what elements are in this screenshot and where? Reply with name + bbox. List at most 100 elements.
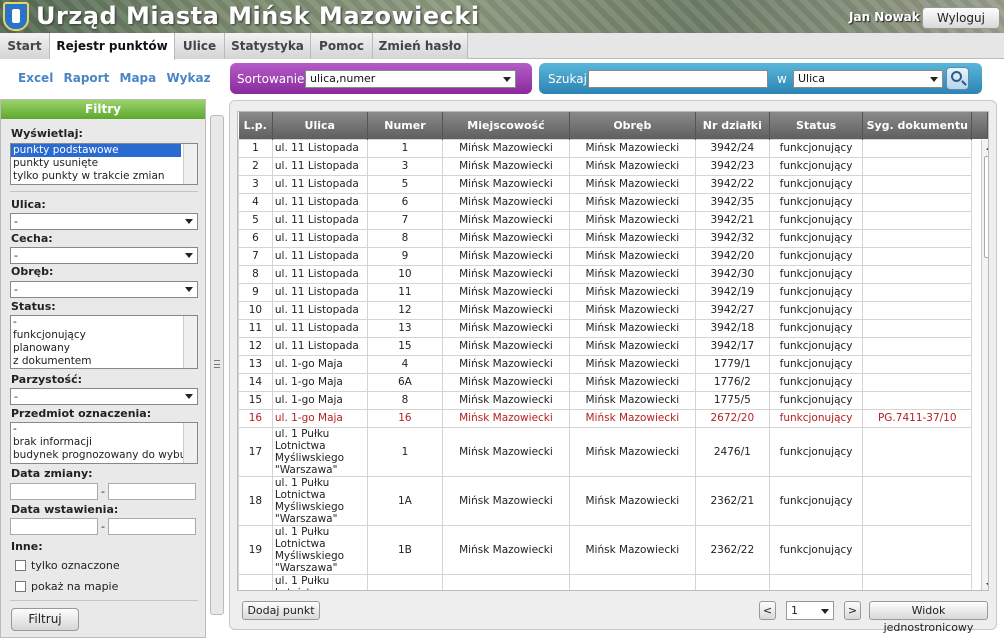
data-zmiany-to-input[interactable] bbox=[108, 483, 196, 500]
prev-page-button[interactable]: < bbox=[759, 601, 776, 620]
table-row[interactable]: 11 ul. 11 Listopada 13 Mińsk Mazowiecki Mińs… bbox=[238, 318, 988, 338]
table-row[interactable]: 1 ul. 11 Listopada 1 Mińsk Mazowiecki Mińsk … bbox=[238, 138, 988, 158]
wykaz-link[interactable]: Wykaz bbox=[166, 71, 210, 85]
table-row[interactable]: 4 ul. 11 Listopada 6 Mińsk Mazowiecki Mińsk … bbox=[238, 192, 988, 212]
search-field-select[interactable]: Ulica bbox=[793, 70, 943, 88]
tab-statystyka[interactable]: Statystyka bbox=[225, 33, 311, 59]
table-row[interactable]: 14 ul. 1-go Maja 6A Mińsk Mazowiecki Mińsk M… bbox=[238, 372, 988, 392]
excel-link[interactable]: Excel bbox=[18, 71, 53, 85]
search-input[interactable] bbox=[588, 70, 768, 88]
checkbox-box[interactable] bbox=[15, 560, 26, 571]
cell-lp: 11 bbox=[238, 318, 273, 338]
user-name: Jan Nowak bbox=[849, 10, 920, 24]
list-option[interactable]: planowany bbox=[11, 342, 197, 355]
add-point-button[interactable]: Dodaj punkt bbox=[242, 601, 320, 620]
list-option[interactable]: z dokumentem bbox=[11, 355, 197, 368]
tab-zmien-haslo[interactable]: Zmień hasło bbox=[373, 33, 468, 59]
table-row[interactable]: 20ul. 1 Pułku Lotnictwa Myśliwskiego "Wa… bbox=[238, 573, 988, 590]
table-row[interactable]: 18 ul. 1 Pułku Lotnictwa Myśliwskiego "Wa… bbox=[238, 475, 988, 526]
grip-icon bbox=[214, 360, 220, 368]
list-option[interactable]: - bbox=[11, 316, 197, 329]
tab-rejestr-punktow[interactable]: Rejestr punktów bbox=[50, 33, 175, 60]
col-status[interactable]: Status bbox=[769, 112, 864, 139]
search-button[interactable] bbox=[946, 67, 969, 90]
data-wstawienia-from-input[interactable] bbox=[10, 518, 98, 535]
table-scrollbar[interactable] bbox=[981, 140, 988, 590]
table-row[interactable]: 8 ul. 11 Listopada 10 Mińsk Mazowiecki Mińsk… bbox=[238, 264, 988, 284]
przedmiot-listbox[interactable]: - brak informacji budynek prognozowany d… bbox=[10, 422, 198, 464]
table-row[interactable]: 7 ul. 11 Listopada 9 Mińsk Mazowiecki Mińsk … bbox=[238, 246, 988, 266]
city-crest-icon bbox=[3, 2, 29, 31]
list-option[interactable]: funkcjonujący bbox=[11, 329, 197, 342]
tab-pomoc[interactable]: Pomoc bbox=[311, 33, 373, 59]
data-zmiany-from-input[interactable] bbox=[10, 483, 98, 500]
logout-button[interactable]: Wyloguj bbox=[922, 7, 1000, 29]
scroll-up-icon[interactable] bbox=[986, 145, 988, 150]
cell-status: funkcjonujący bbox=[768, 408, 864, 428]
cell-nr-dzialki: 3942/19 bbox=[694, 282, 770, 302]
cell-obreb: Mińsk Mazowiecki bbox=[568, 573, 696, 590]
scroll-down-icon[interactable] bbox=[986, 583, 988, 588]
tab-ulice[interactable]: Ulice bbox=[175, 33, 225, 59]
cell-status: funkcjonujący bbox=[768, 300, 864, 320]
raport-link[interactable]: Raport bbox=[64, 71, 110, 85]
ulica-select[interactable]: - bbox=[10, 213, 198, 230]
table-row[interactable]: 5 ul. 11 Listopada 7 Mińsk Mazowiecki Mińsk … bbox=[238, 210, 988, 230]
cecha-select[interactable]: - bbox=[10, 247, 198, 264]
table-row[interactable]: 16 ul. 1-go Maja 16 Mińsk Mazowiecki Mińsk M… bbox=[238, 408, 988, 428]
search-field-value: Ulica bbox=[798, 72, 825, 85]
tab-start[interactable]: Start bbox=[0, 33, 50, 59]
listbox-scrollbar[interactable] bbox=[183, 316, 197, 368]
next-page-button[interactable]: > bbox=[844, 601, 861, 620]
cell-obreb: Mińsk Mazowiecki bbox=[568, 282, 696, 302]
col-miejscowosc[interactable]: Miejscowość bbox=[442, 112, 570, 139]
list-option[interactable]: tylko punkty w trakcie zmian bbox=[11, 170, 197, 183]
col-lp[interactable]: L.p. bbox=[238, 112, 273, 139]
table-row[interactable]: 6 ul. 11 Listopada 8 Mińsk Mazowiecki Mińsk … bbox=[238, 228, 988, 248]
col-syg-dokumentu[interactable]: Syg. dokumentu bbox=[862, 112, 973, 139]
table-row[interactable]: 19 ul. 1 Pułku Lotnictwa Myśliwskiego "Wa… bbox=[238, 524, 988, 575]
panel-splitter[interactable] bbox=[210, 115, 224, 615]
pokaz-na-mapie-checkbox[interactable]: pokaż na mapie bbox=[15, 580, 118, 593]
list-option[interactable]: - bbox=[11, 423, 197, 436]
tylko-oznaczone-checkbox[interactable]: tylko oznaczone bbox=[15, 559, 120, 572]
listbox-scrollbar[interactable] bbox=[183, 144, 197, 184]
cell-syg-dokumentu bbox=[862, 156, 973, 176]
table-row[interactable]: 3 ul. 11 Listopada 5 Mińsk Mazowiecki Mińsk … bbox=[238, 174, 988, 194]
filter-button[interactable]: Filtruj bbox=[11, 608, 79, 631]
checkbox-box[interactable] bbox=[15, 581, 26, 592]
single-page-view-button[interactable]: Widok jednostronicowy bbox=[869, 601, 988, 634]
listbox-scrollbar[interactable] bbox=[183, 423, 197, 463]
scroll-thumb[interactable] bbox=[984, 156, 988, 258]
table-row[interactable]: 9 ul. 11 Listopada 11 Mińsk Mazowiecki Mińsk… bbox=[238, 282, 988, 302]
table-row[interactable]: 15 ul. 1-go Maja 8 Mińsk Mazowiecki Mińsk Ma… bbox=[238, 390, 988, 410]
obreb-select[interactable]: - bbox=[10, 281, 198, 298]
mapa-link[interactable]: Mapa bbox=[120, 71, 157, 85]
list-option[interactable]: punkty usunięte bbox=[11, 157, 197, 170]
table-row[interactable]: 10 ul. 11 Listopada 12 Mińsk Mazowiecki Mińs… bbox=[238, 300, 988, 320]
main-tabs: Start Rejestr punktów Ulice Statystyka P… bbox=[0, 33, 1004, 60]
table-row[interactable]: 17 ul. 1 Pułku Lotnictwa Myśliwskiego "Wa… bbox=[238, 426, 988, 477]
col-nr-dzialki[interactable]: Nr działki bbox=[695, 112, 770, 139]
table-row[interactable]: 13 ul. 1-go Maja 4 Mińsk Mazowiecki Mińsk Ma… bbox=[238, 354, 988, 374]
list-option[interactable]: budynek prognozowany do wybudowania bbox=[11, 449, 197, 462]
list-option[interactable]: brak informacji bbox=[11, 436, 197, 449]
cell-syg-dokumentu bbox=[862, 475, 973, 526]
data-wstawienia-to-input[interactable] bbox=[108, 518, 196, 535]
cell-ulica: ul. 11 Listopada bbox=[271, 282, 368, 302]
table-row[interactable]: 2 ul. 11 Listopada 3 Mińsk Mazowiecki Mińsk … bbox=[238, 156, 988, 176]
cell-obreb: Mińsk Mazowiecki bbox=[568, 426, 696, 477]
cell-lp: 2 bbox=[238, 156, 273, 176]
col-obreb[interactable]: Obręb bbox=[569, 112, 696, 139]
status-listbox[interactable]: - funkcjonujący planowany z dokumentem bbox=[10, 315, 198, 369]
parzystosc-select[interactable]: - bbox=[10, 388, 198, 405]
list-option[interactable]: punkty podstawowe bbox=[11, 144, 181, 157]
table-row[interactable]: 12 ul. 11 Listopada 15 Mińsk Mazowiecki Mińs… bbox=[238, 336, 988, 356]
col-ulica[interactable]: Ulica bbox=[272, 112, 368, 139]
col-numer[interactable]: Numer bbox=[367, 112, 444, 139]
page-select[interactable]: 1 bbox=[786, 601, 834, 620]
cell-syg-dokumentu: PG.7411-37/10 bbox=[862, 408, 973, 428]
sort-select[interactable]: ulica,numer bbox=[305, 70, 516, 88]
wyswietlaj-listbox[interactable]: punkty podstawowe punkty usunięte tylko … bbox=[10, 143, 198, 185]
cell-ulica: ul. 11 Listopada bbox=[271, 264, 368, 284]
